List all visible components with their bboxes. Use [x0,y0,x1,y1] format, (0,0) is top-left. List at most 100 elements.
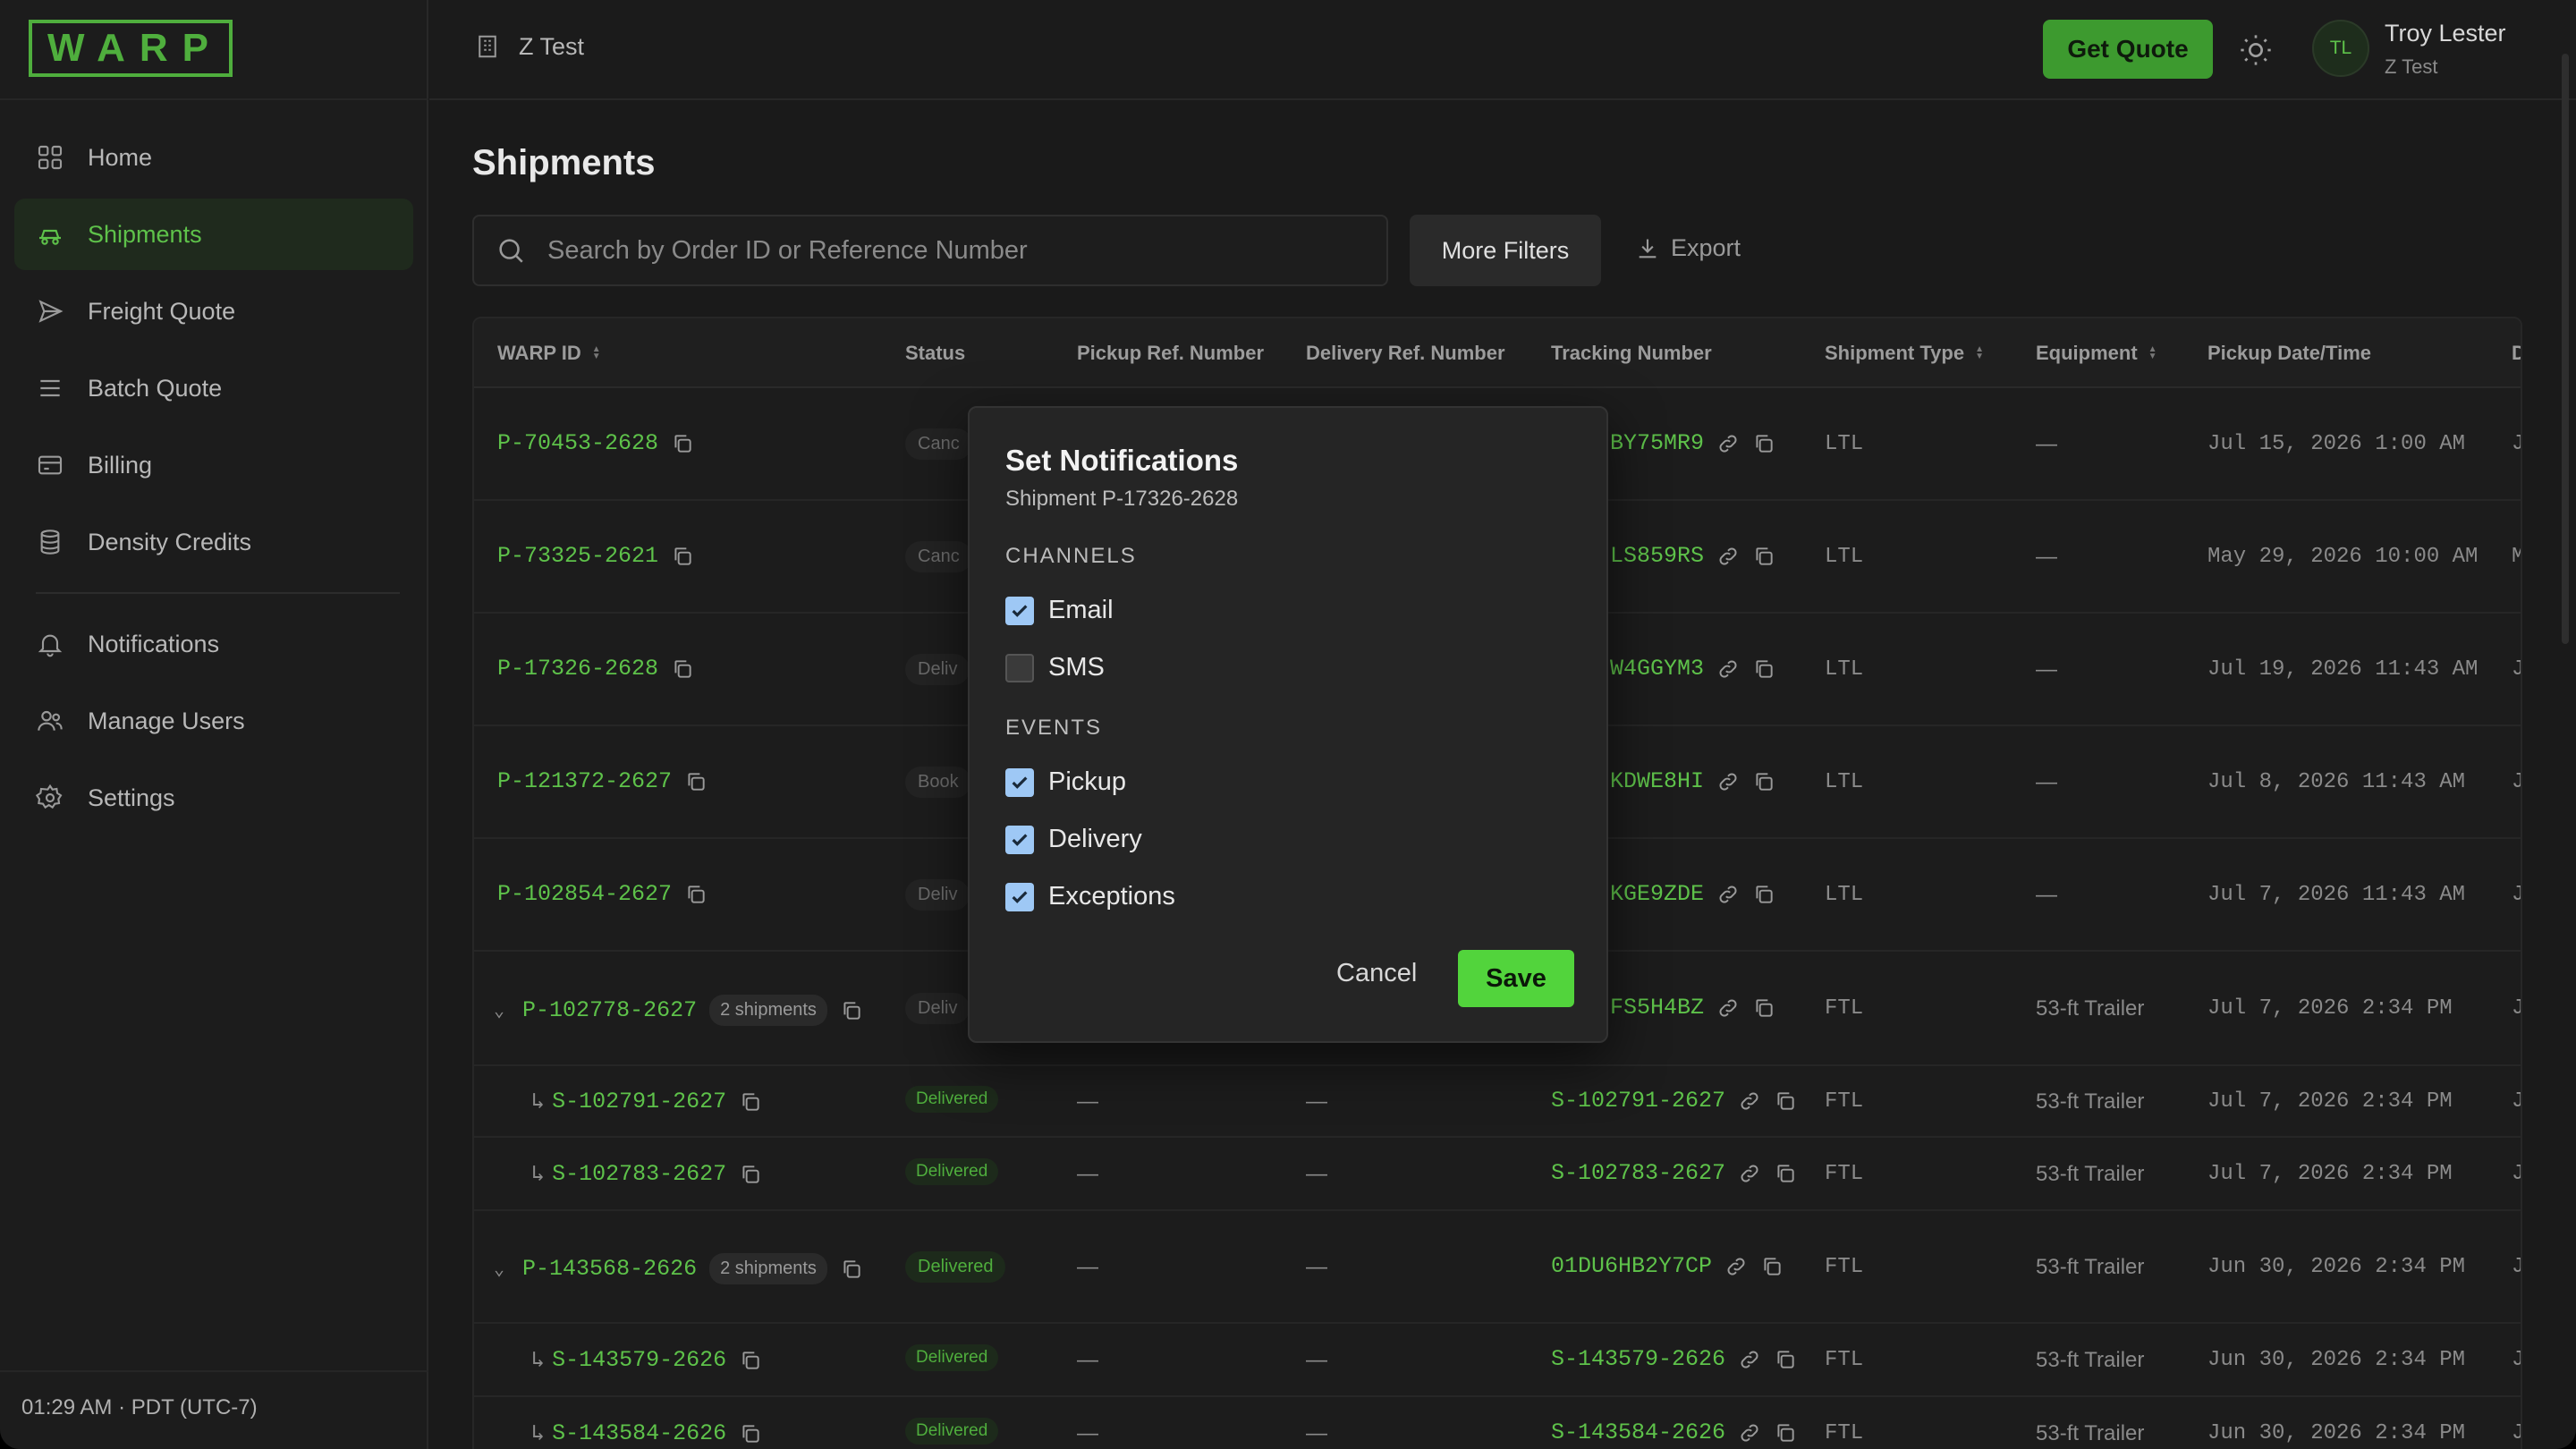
checkbox-checked[interactable] [1005,882,1034,911]
copy-icon[interactable] [1774,1348,1797,1371]
sidebar-item-billing[interactable]: Billing [14,429,413,501]
copy-icon[interactable] [671,657,694,681]
column-header-shipment-type[interactable]: Shipment Type ▲ ▼ [1825,342,1984,365]
link-icon[interactable] [1716,432,1740,455]
delivery-checkbox[interactable]: Delivery [1005,825,1142,854]
pickup-checkbox[interactable]: Pickup [1005,767,1126,797]
checkbox-checked[interactable] [1005,767,1034,797]
sidebar-item-batch-quote[interactable]: Batch Quote [14,352,413,424]
copy-icon[interactable] [739,1349,762,1372]
exceptions-checkbox[interactable]: Exceptions [1005,882,1175,911]
get-quote-button[interactable]: Get Quote [2043,20,2213,79]
warp-id-link[interactable]: S-143579-2626 [552,1347,726,1373]
copy-icon[interactable] [1752,770,1775,793]
theme-toggle-sun-icon[interactable] [2238,32,2274,68]
copy-icon[interactable] [1774,1162,1797,1185]
avatar[interactable]: TL [2312,20,2369,77]
chevron-down-icon[interactable]: ⌄ [494,999,504,1022]
link-icon[interactable] [1724,1255,1748,1278]
table-row[interactable]: ↳ S-102783-2627 Delivered — — S-102783-2627 FT… [474,1138,2521,1211]
warp-id-link[interactable]: P-17326-2628 [497,656,658,682]
tracking-number-link[interactable]: KDWE8HI [1610,768,1704,794]
warp-logo[interactable]: WARP [29,20,233,77]
column-header-warp-id[interactable]: WARP ID ▲ ▼ [497,342,601,365]
chevron-down-icon[interactable]: ⌄ [494,1258,504,1281]
tracking-number-link[interactable]: FS5H4BZ [1610,995,1704,1021]
copy-icon[interactable] [840,999,863,1022]
sort-icon[interactable]: ▲ ▼ [592,345,601,361]
search-input[interactable] [547,235,1352,266]
link-icon[interactable] [1716,883,1740,906]
copy-icon[interactable] [671,432,694,455]
copy-icon[interactable] [1752,883,1775,906]
link-icon[interactable] [1738,1162,1761,1185]
copy-icon[interactable] [684,883,708,906]
tracking-number-link[interactable]: LS859RS [1610,543,1704,569]
checkbox-unchecked[interactable] [1005,653,1034,682]
warp-id-link[interactable]: P-121372-2627 [497,768,672,794]
export-button[interactable]: Export [1635,234,1741,262]
link-icon[interactable] [1716,770,1740,793]
sidebar-item-notifications[interactable]: Notifications [14,608,413,680]
copy-icon[interactable] [739,1090,762,1114]
tracking-number-link[interactable]: BY75MR9 [1610,430,1704,456]
warp-id-link[interactable]: P-102778-2627 [522,997,697,1023]
copy-icon[interactable] [1774,1089,1797,1113]
checkbox-checked[interactable] [1005,596,1034,625]
sidebar-item-manage-users[interactable]: Manage Users [14,685,413,757]
tracking-number-link[interactable]: 01DU6HB2Y7CP [1551,1253,1712,1279]
sort-icon[interactable]: ▲ ▼ [1975,345,1984,361]
sort-icon[interactable]: ▲ ▼ [2148,345,2157,361]
column-header-equipment[interactable]: Equipment ▲ ▼ [2036,342,2157,365]
sidebar-item-freight-quote[interactable]: Freight Quote [14,275,413,347]
table-row[interactable]: ⌄ P-143568-2626 2 shipments Delivered — — 01DU… [474,1211,2521,1324]
table-row[interactable]: ↳ S-143584-2626 Delivered — — S-143584-2626 FT… [474,1397,2521,1449]
warp-id-link[interactable]: P-143568-2626 [522,1256,697,1282]
checkbox-checked[interactable] [1005,825,1034,854]
tracking-number-link[interactable]: S-102783-2627 [1551,1160,1725,1186]
column-header-pickup-ref: Pickup Ref. Number [1077,342,1265,364]
link-icon[interactable] [1716,545,1740,568]
table-row[interactable]: ↳ S-143579-2626 Delivered — — S-143579-2626 FT… [474,1324,2521,1397]
sidebar-item-home[interactable]: Home [14,122,413,193]
warp-id-link[interactable]: P-73325-2621 [497,543,658,569]
link-icon[interactable] [1738,1089,1761,1113]
company-switcher[interactable]: Z Test [474,32,584,61]
copy-icon[interactable] [1752,657,1775,681]
more-filters-button[interactable]: More Filters [1410,215,1601,286]
page-scrollbar[interactable] [2562,54,2569,644]
tracking-number-link[interactable]: S-143579-2626 [1551,1346,1725,1372]
warp-id-link[interactable]: S-102791-2627 [552,1089,726,1114]
warp-id-link[interactable]: P-70453-2628 [497,430,658,456]
tracking-number-link[interactable]: S-102791-2627 [1551,1088,1725,1114]
copy-icon[interactable] [1774,1421,1797,1445]
link-icon[interactable] [1716,657,1740,681]
tracking-number-link[interactable]: KGE9ZDE [1610,881,1704,907]
copy-icon[interactable] [671,545,694,568]
email-checkbox[interactable]: Email [1005,596,1114,625]
copy-icon[interactable] [684,770,708,793]
copy-icon[interactable] [739,1422,762,1445]
copy-icon[interactable] [739,1163,762,1186]
sms-checkbox[interactable]: SMS [1005,653,1105,682]
search-bar[interactable] [472,215,1388,286]
save-button[interactable]: Save [1458,950,1574,1007]
copy-icon[interactable] [1752,545,1775,568]
cancel-button[interactable]: Cancel [1336,959,1417,988]
link-icon[interactable] [1716,996,1740,1020]
table-row[interactable]: ↳ S-102791-2627 Delivered — — S-102791-2627 FT… [474,1066,2521,1138]
link-icon[interactable] [1738,1348,1761,1371]
copy-icon[interactable] [1752,432,1775,455]
sidebar-item-density-credits[interactable]: Density Credits [14,506,413,578]
tracking-number-link[interactable]: S-143584-2626 [1551,1419,1725,1445]
link-icon[interactable] [1738,1421,1761,1445]
tracking-number-link[interactable]: W4GGYM3 [1610,656,1704,682]
warp-id-link[interactable]: P-102854-2627 [497,881,672,907]
warp-id-link[interactable]: S-102783-2627 [552,1161,726,1187]
copy-icon[interactable] [1752,996,1775,1020]
warp-id-link[interactable]: S-143584-2626 [552,1420,726,1446]
sidebar-item-settings[interactable]: Settings [14,762,413,834]
sidebar-item-shipments[interactable]: Shipments [14,199,413,270]
copy-icon[interactable] [1760,1255,1784,1278]
copy-icon[interactable] [840,1258,863,1281]
